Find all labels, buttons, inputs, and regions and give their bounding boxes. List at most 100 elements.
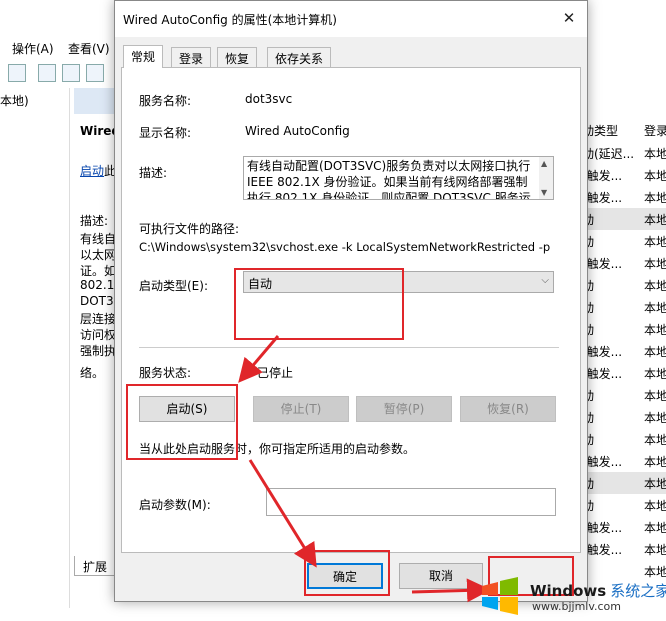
watermark-brand: Windows 系统之家 [530, 580, 666, 601]
tab-general[interactable]: 常规 [123, 45, 164, 68]
table-row[interactable]: (触发... 本地 [582, 538, 666, 560]
display-name-value: Wired AutoConfig [245, 124, 350, 138]
row-logon: 本地 [644, 169, 666, 183]
scroll-up-icon[interactable]: ▲ [541, 159, 547, 168]
desc-line: 强制执 [80, 344, 117, 358]
console-tree-icon[interactable] [8, 64, 26, 82]
row-logon: 本地 [644, 257, 666, 271]
desc-line: 以太网 [80, 248, 117, 262]
separator [139, 347, 559, 348]
table-row[interactable]: 动本地 [582, 428, 666, 450]
row-logon: 本地 [644, 389, 666, 403]
resume-button[interactable]: 恢复(R) [460, 396, 556, 422]
description-box[interactable]: 有线自动配置(DOT3SVC)服务负责对以太网接口执行 IEEE 802.1X … [243, 156, 554, 200]
table-row[interactable]: (触发... 本地 [582, 450, 666, 472]
tab-extended-label: 扩展 [83, 560, 108, 574]
table-row[interactable]: (触发... 本地 [582, 186, 666, 208]
column-headers: 动类型 登录 [582, 120, 666, 140]
table-row[interactable]: 动本地 [582, 230, 666, 252]
exe-path-label: 可执行文件的路径: [139, 222, 240, 236]
table-row[interactable]: 动本地 [582, 296, 666, 318]
row-startup-type: (触发... [582, 455, 623, 469]
tab-strip: 常规 登录 恢复 依存关系 [121, 45, 581, 68]
table-row[interactable]: 动(延迟... 本地 [582, 142, 666, 164]
row-logon: 本地 [644, 433, 666, 447]
description-scrollbar[interactable]: ▲ ▼ [539, 157, 553, 199]
table-row[interactable]: 动本地 [582, 274, 666, 296]
toolbar [0, 60, 120, 86]
service-status-label: 服务状态: [139, 366, 192, 380]
desc-line: 层连接 [80, 312, 117, 326]
dialog-titlebar: Wired AutoConfig 的属性(本地计算机) ✕ [115, 1, 587, 37]
row-logon: 本地 [644, 543, 666, 557]
watermark-brand-cn: 系统之家 [610, 582, 666, 600]
desc-start-link[interactable]: 启动 [80, 164, 104, 178]
table-row[interactable]: (触发... 本地 [582, 516, 666, 538]
table-row[interactable]: 动本地 [582, 406, 666, 428]
chevron-down-icon: ⌵ [541, 275, 549, 286]
display-name-label: 显示名称: [139, 126, 192, 140]
row-logon: 本地 [644, 367, 666, 381]
exe-path-value: C:\Windows\system32\svchost.exe -k Local… [139, 240, 551, 254]
annotation-box-startup-type [234, 268, 404, 340]
desc-line: 络。 [80, 366, 105, 380]
row-logon: 本地 [644, 477, 666, 491]
table-row[interactable]: 动本地 [582, 472, 666, 494]
tab-logon[interactable]: 登录 [171, 47, 212, 68]
table-row[interactable]: 动本地 [582, 208, 666, 230]
row-logon: 本地 [644, 411, 666, 425]
tab-extended[interactable]: 扩展 [74, 556, 116, 576]
col-logon[interactable]: 登录 [644, 122, 666, 139]
windows-logo-icon [482, 577, 518, 615]
annotation-box-ok-button [304, 550, 390, 596]
row-logon: 本地 [644, 301, 666, 315]
watermark: Windows 系统之家 www.bjjmlv.com [470, 566, 666, 621]
row-startup-type: 动(延迟... [582, 147, 635, 161]
table-row[interactable]: 动本地 [582, 494, 666, 516]
table-row[interactable]: (触发... 本地 [582, 164, 666, 186]
table-row[interactable]: (触发... 本地 [582, 362, 666, 384]
desc-line: 证。如 [80, 264, 117, 278]
dialog-title: Wired AutoConfig 的属性(本地计算机) [123, 13, 337, 27]
export-icon[interactable] [86, 64, 104, 82]
service-status-value: 已停止 [257, 366, 294, 380]
row-startup-type: (触发... [582, 521, 623, 535]
row-logon: 本地 [644, 345, 666, 359]
description-text: 有线自动配置(DOT3SVC)服务负责对以太网接口执行 IEEE 802.1X … [247, 159, 531, 200]
tab-recovery[interactable]: 恢复 [217, 47, 258, 68]
table-row[interactable]: 动本地 [582, 384, 666, 406]
start-params-label: 启动参数(M): [139, 498, 211, 512]
console-tree: 本地) [0, 88, 70, 608]
row-startup-type: (触发... [582, 169, 623, 183]
menu-view[interactable]: 查看(V) [68, 40, 110, 57]
start-params-input[interactable] [266, 488, 556, 516]
row-startup-type: (触发... [582, 367, 623, 381]
row-logon: 本地 [644, 213, 666, 227]
row-logon: 本地 [644, 455, 666, 469]
table-row[interactable]: (触发... 本地 [582, 340, 666, 362]
service-name-label: 服务名称: [139, 94, 192, 108]
row-logon: 本地 [644, 147, 666, 161]
pause-button[interactable]: 暂停(P) [356, 396, 452, 422]
tab-dependencies[interactable]: 依存关系 [267, 47, 332, 68]
row-logon: 本地 [644, 279, 666, 293]
stop-button[interactable]: 停止(T) [253, 396, 349, 422]
desc-line: 访问权 [80, 328, 117, 342]
table-row[interactable]: 动本地 [582, 318, 666, 340]
tree-item-local[interactable]: 本地) [0, 92, 29, 109]
row-startup-type: (触发... [582, 345, 623, 359]
menu-action[interactable]: 操作(A) [12, 40, 54, 57]
service-name-value: dot3svc [245, 92, 293, 106]
row-logon: 本地 [644, 323, 666, 337]
properties-icon[interactable] [38, 64, 56, 82]
scroll-down-icon[interactable]: ▼ [541, 188, 547, 197]
desc-start-link-row: 启动此 [80, 162, 116, 179]
refresh-icon[interactable] [62, 64, 80, 82]
table-row[interactable]: (触发... 本地 [582, 252, 666, 274]
row-startup-type: (触发... [582, 543, 623, 557]
row-startup-type: (触发... [582, 191, 623, 205]
watermark-url: www.bjjmlv.com [532, 600, 621, 613]
watermark-brand-en: Windows [530, 582, 607, 600]
desc-label: 描述: [80, 214, 109, 228]
close-button[interactable]: ✕ [557, 7, 581, 31]
